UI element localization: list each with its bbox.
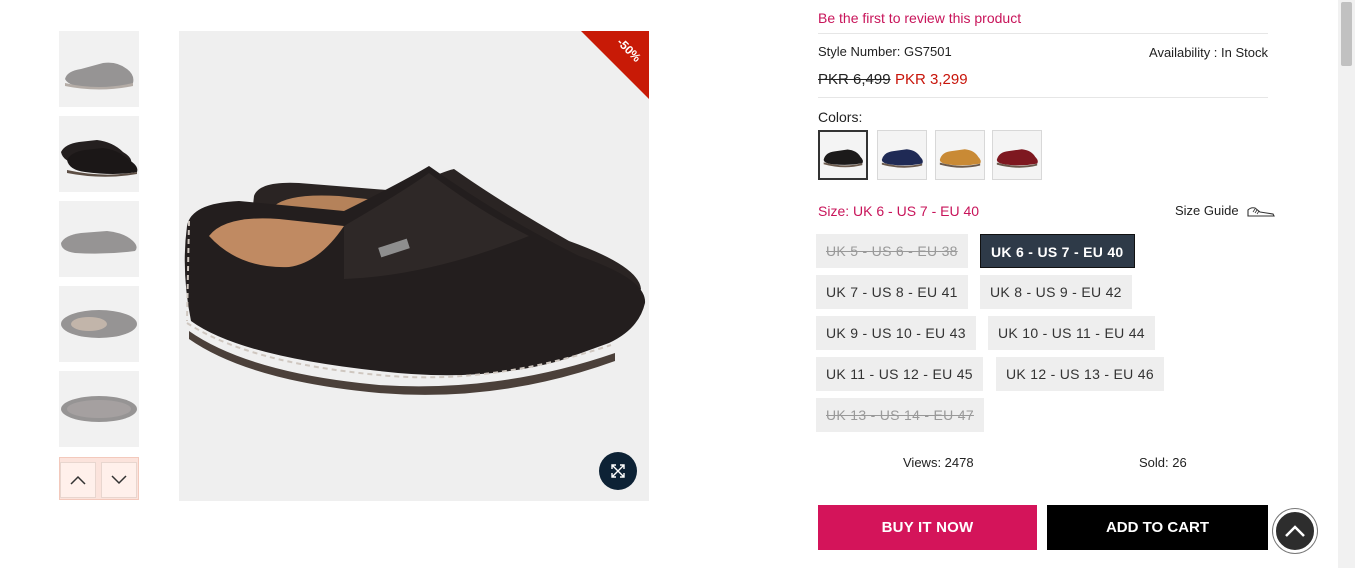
shoe-icon: [1247, 206, 1275, 217]
loafer-side-image: [61, 231, 137, 254]
color-swatch-maroon[interactable]: [992, 130, 1042, 180]
scroll-to-top-button[interactable]: [1273, 509, 1317, 553]
loafer-pair-image: [61, 140, 138, 177]
thumbnail-3[interactable]: [59, 201, 139, 277]
thumbnail-nav: [59, 457, 139, 500]
thumbnail-prev-button[interactable]: [60, 462, 96, 498]
thumbnail-next-button[interactable]: [101, 462, 137, 498]
size-guide-label: Size Guide: [1175, 203, 1239, 218]
size-option[interactable]: UK 7 - US 8 - EU 41: [816, 275, 968, 309]
thumbnail-4[interactable]: [59, 286, 139, 362]
size-option: UK 5 - US 6 - EU 38: [816, 234, 968, 268]
price-original: PKR 6,499: [818, 71, 891, 88]
color-swatch-navy[interactable]: [877, 130, 927, 180]
size-option[interactable]: UK 9 - US 10 - EU 43: [816, 316, 976, 350]
loafer-side-image: [65, 62, 134, 90]
review-link[interactable]: Be the first to review this product: [818, 10, 1021, 26]
expand-icon: [611, 464, 625, 478]
divider: [818, 97, 1268, 98]
colors-label: Colors:: [818, 109, 863, 125]
chevron-down-icon: [111, 475, 127, 485]
chevron-up-icon: [70, 475, 86, 485]
size-option[interactable]: UK 12 - US 13 - EU 46: [996, 357, 1164, 391]
thumbnail-5[interactable]: [59, 371, 139, 447]
availability: Availability : In Stock: [1149, 45, 1268, 60]
thumbnail-1[interactable]: [59, 31, 139, 107]
size-option[interactable]: UK 10 - US 11 - EU 44: [988, 316, 1155, 350]
selected-size-label: Size: UK 6 - US 7 - EU 40: [818, 203, 980, 219]
size-guide-link[interactable]: Size Guide: [1175, 203, 1275, 218]
scrollbar-thumb[interactable]: [1341, 2, 1352, 66]
loafer-top-image: [61, 310, 137, 338]
price-sale: PKR 3,299: [895, 71, 968, 88]
divider: [818, 33, 1268, 34]
thumbnail-2[interactable]: [59, 116, 139, 192]
page-scrollbar[interactable]: [1338, 0, 1355, 568]
size-option[interactable]: UK 11 - US 12 - EU 45: [816, 357, 983, 391]
size-option[interactable]: UK 6 - US 7 - EU 40: [980, 234, 1135, 268]
loafer-thumbnail-image: [996, 149, 1038, 168]
chevron-up-icon: [1285, 525, 1305, 537]
sold-count: Sold: 26: [1139, 455, 1187, 470]
size-option[interactable]: UK 8 - US 9 - EU 42: [980, 275, 1132, 309]
loafer-thumbnail-image: [939, 149, 981, 168]
loafer-sole-image: [61, 396, 137, 422]
loafer-thumbnail-image: [823, 149, 863, 168]
style-number: Style Number: GS7501: [818, 44, 952, 59]
zoom-button[interactable]: [599, 452, 637, 490]
sale-ribbon: [581, 31, 649, 99]
buy-now-button[interactable]: BUY IT NOW: [818, 505, 1037, 550]
main-product-image[interactable]: -50%: [179, 31, 649, 501]
add-to-cart-button[interactable]: ADD TO CART: [1047, 505, 1268, 550]
loafer-thumbnail-image: [881, 149, 923, 168]
views-count: Views: 2478: [903, 455, 974, 470]
color-swatch-tan[interactable]: [935, 130, 985, 180]
size-option: UK 13 - US 14 - EU 47: [816, 398, 984, 432]
color-swatch-black[interactable]: [818, 130, 868, 180]
loafer-pair-illustration: [184, 166, 646, 395]
